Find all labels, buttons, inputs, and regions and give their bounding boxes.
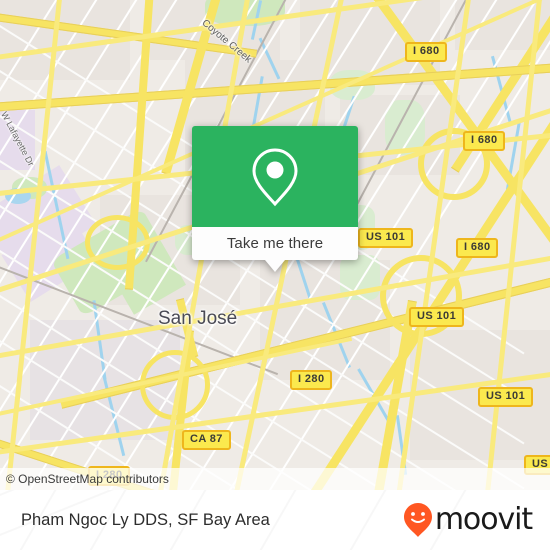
highway-shield: I 280 — [290, 370, 333, 390]
highway-shield: I 680 — [405, 42, 448, 62]
place-label-san-jose: San José — [158, 308, 238, 329]
location-callout-card[interactable]: Take me there — [192, 126, 358, 272]
take-me-there-button[interactable]: Take me there — [192, 227, 358, 260]
map-screenshot: Coyote Creek W Lafayette Dr San José I 6… — [0, 0, 550, 550]
footer-place-title: Pham Ngoc Ly DDS, SF Bay Area — [21, 510, 270, 529]
highway-shield: I 680 — [456, 238, 499, 258]
highway-shield: US 101 — [409, 307, 465, 327]
moovit-pin-icon — [403, 503, 432, 537]
attribution-text: © OpenStreetMap contributors — [6, 472, 169, 486]
highway-shield: US 101 — [358, 228, 414, 248]
highway-shield: I 680 — [463, 131, 506, 151]
highway-shield: CA 87 — [182, 430, 231, 450]
attribution-bar: © OpenStreetMap contributors — [0, 468, 550, 490]
take-me-there-label: Take me there — [226, 235, 324, 252]
callout-pointer — [265, 260, 285, 272]
highway-shield: US 101 — [478, 387, 534, 407]
map-canvas[interactable]: Coyote Creek W Lafayette Dr San José I 6… — [0, 0, 550, 490]
moovit-wordmark: moovit — [434, 502, 533, 537]
map-pin-icon — [252, 147, 298, 206]
callout-icon-area — [192, 126, 358, 227]
moovit-logo[interactable]: moovit — [403, 502, 550, 538]
footer-bar: Pham Ngoc Ly DDS, SF Bay Area moovit — [0, 490, 550, 550]
